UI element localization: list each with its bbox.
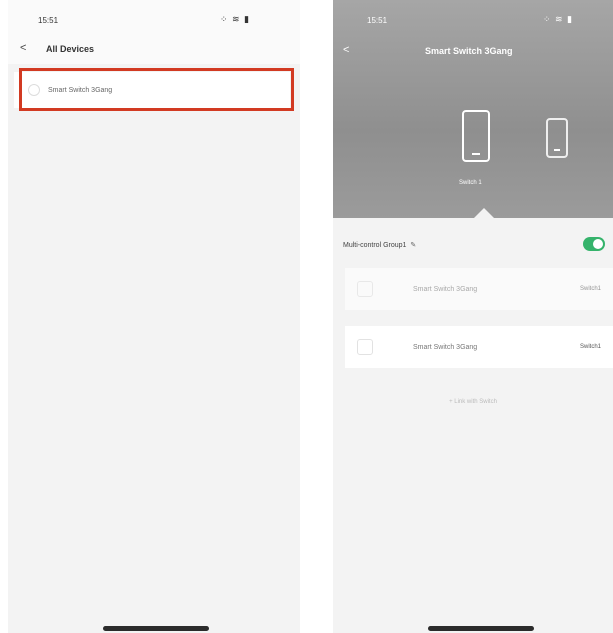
group-toggle[interactable] bbox=[583, 237, 605, 251]
linked-device-row[interactable]: Smart Switch 3Gang Switch1 bbox=[345, 268, 613, 310]
multi-control-group-row: Multi-control Group1 ✎ bbox=[333, 232, 613, 258]
back-button[interactable]: < bbox=[20, 42, 26, 54]
edit-icon[interactable]: ✎ bbox=[410, 241, 416, 249]
linked-device-channel[interactable]: Switch1 bbox=[580, 286, 601, 292]
status-icons: ⁘ ≋ ▮ bbox=[220, 14, 251, 24]
device-icon bbox=[357, 339, 373, 355]
page-title: All Devices bbox=[46, 44, 95, 54]
add-link-button[interactable]: + Link with Switch bbox=[333, 399, 613, 405]
device-icon bbox=[357, 281, 373, 297]
switch-1-button[interactable] bbox=[462, 110, 490, 162]
device-icon bbox=[28, 84, 40, 96]
device-name: Smart Switch 3Gang bbox=[48, 86, 113, 94]
page-title: Smart Switch 3Gang bbox=[425, 46, 513, 56]
group-name: Multi-control Group1 bbox=[343, 241, 407, 249]
selection-pointer bbox=[474, 208, 494, 218]
switch-hero-panel: 15:51 ⁘ ≋ ▮ < Smart Switch 3Gang Switch … bbox=[333, 0, 613, 218]
status-icons: ⁘ ≋ ▮ bbox=[543, 14, 574, 24]
status-time: 15:51 bbox=[38, 16, 59, 25]
device-list-item[interactable]: Smart Switch 3Gang bbox=[14, 72, 290, 108]
home-indicator[interactable] bbox=[428, 626, 534, 631]
status-time: 15:51 bbox=[367, 16, 388, 25]
switch-2-button[interactable] bbox=[546, 118, 568, 158]
linked-device-channel[interactable]: Switch1 bbox=[580, 344, 601, 350]
linked-device-name: Smart Switch 3Gang bbox=[413, 285, 478, 293]
linked-device-row[interactable]: Smart Switch 3Gang Switch1 bbox=[345, 326, 613, 368]
selected-switch-label: Switch 1 bbox=[459, 180, 482, 186]
left-header: 15:51 ⁘ ≋ ▮ < All Devices bbox=[8, 0, 300, 64]
linked-device-name: Smart Switch 3Gang bbox=[413, 343, 478, 351]
left-phone-screen: 15:51 ⁘ ≋ ▮ < All Devices Smart Switch 3… bbox=[8, 0, 300, 633]
status-bar: 15:51 ⁘ ≋ ▮ bbox=[8, 0, 300, 40]
status-bar: 15:51 ⁘ ≋ ▮ bbox=[333, 0, 613, 40]
right-phone-screen: 15:51 ⁘ ≋ ▮ < Smart Switch 3Gang Switch … bbox=[333, 0, 613, 633]
back-button[interactable]: < bbox=[343, 44, 349, 56]
home-indicator[interactable] bbox=[103, 626, 209, 631]
